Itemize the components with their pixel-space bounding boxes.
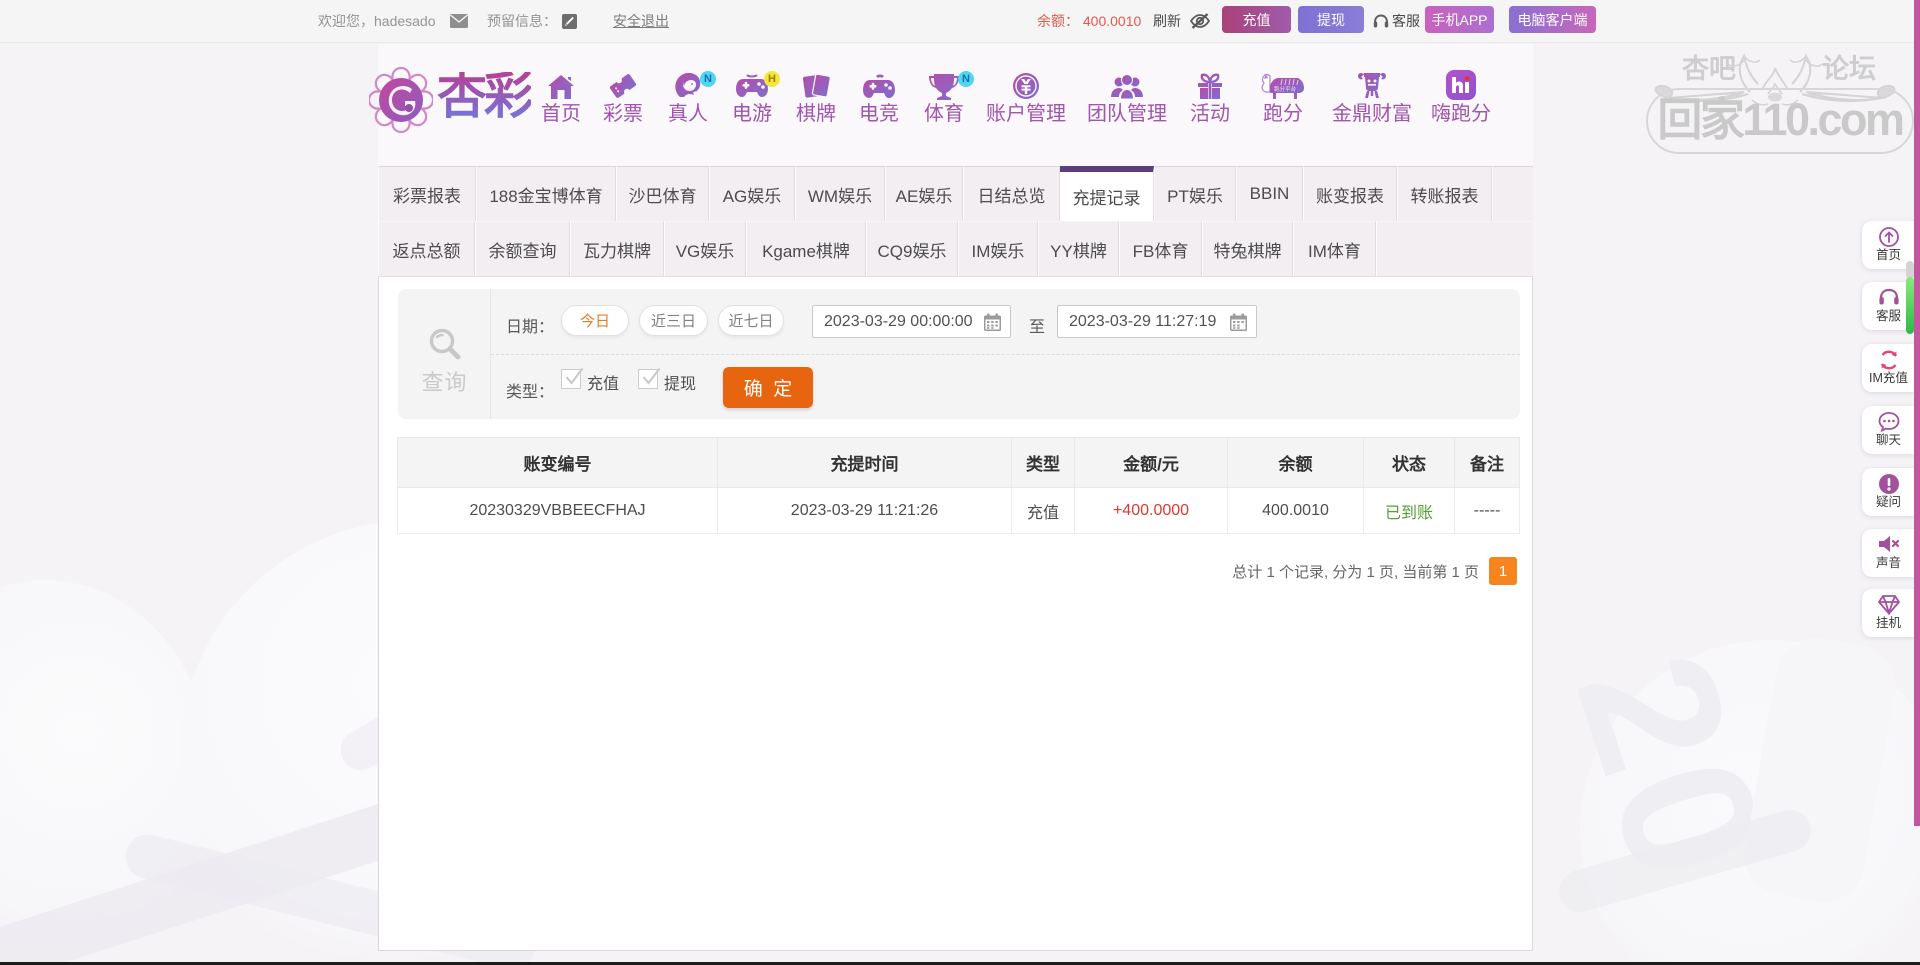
svg-text:跑分平台: 跑分平台 <box>1274 85 1297 93</box>
